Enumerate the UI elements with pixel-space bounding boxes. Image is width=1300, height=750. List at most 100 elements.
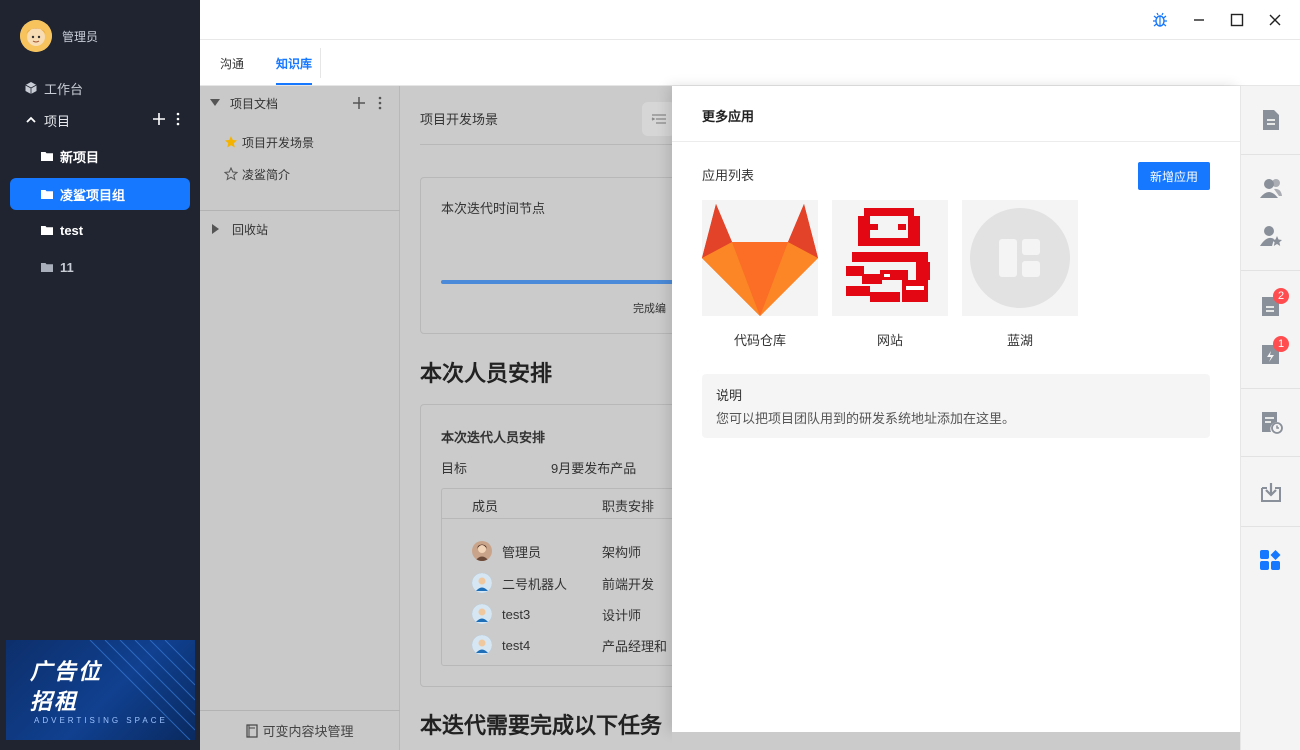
- doc-content: 项目开发场景 本次迭代时间节点 完成编 本次人员安排 本次迭代人员安排 目标 9…: [400, 86, 672, 750]
- folder-icon: [40, 187, 54, 201]
- task-doc-icon[interactable]: 2: [1259, 288, 1289, 318]
- star-filled-icon[interactable]: [224, 135, 238, 149]
- content-block-manager-button[interactable]: 可变内容块管理: [200, 710, 400, 750]
- notification-badge: 2: [1273, 288, 1289, 304]
- more-apps-drawer: 更多应用 应用列表 新增应用 代码仓库 网站 蓝湖 说明 您可以把项目团队用到的…: [672, 86, 1240, 732]
- drawer-title: 更多应用: [702, 109, 755, 124]
- info-box-title: 说明: [716, 388, 743, 403]
- member-role: 前端开发: [602, 576, 655, 592]
- star-outline-icon[interactable]: [224, 167, 238, 181]
- sidebar-item-project-1[interactable]: 新项目: [10, 140, 190, 172]
- table-header: 成员 职责安排: [442, 489, 672, 519]
- sidebar-item-label: 新项目: [60, 149, 100, 165]
- more-icon[interactable]: [378, 96, 382, 110]
- staff-card: 本次迭代人员安排 目标 9月要发布产品 成员 职责安排 管理员 架构师 二号机器…: [420, 404, 672, 687]
- cube-icon: [24, 81, 38, 95]
- alert-icon[interactable]: 1: [1259, 336, 1289, 366]
- timeline-card: 本次迭代时间节点 完成编: [420, 177, 672, 334]
- table-row: test4 产品经理和: [472, 635, 667, 655]
- folder-icon: [40, 149, 54, 163]
- ad-banner[interactable]: 广告位 招租 ADVERTISING SPACE: [6, 640, 195, 740]
- recycle-bin-label: 回收站: [232, 222, 269, 237]
- avatar: [472, 635, 492, 655]
- add-project-icon[interactable]: [152, 112, 166, 126]
- app-card-lanhu[interactable]: 蓝湖: [962, 200, 1078, 349]
- timeline-card-title: 本次迭代时间节点: [441, 201, 546, 216]
- goal-label: 目标: [441, 461, 468, 476]
- member-name: test4: [502, 637, 531, 653]
- table-header-cell: 职责安排: [602, 499, 655, 514]
- folder-icon: [40, 260, 54, 274]
- download-box-icon[interactable]: [1259, 480, 1283, 504]
- apps-icon[interactable]: [1259, 550, 1283, 574]
- goal-value: 9月要发布产品: [551, 461, 637, 476]
- app-name: 蓝湖: [1006, 333, 1033, 348]
- member-role: 产品经理和: [602, 638, 668, 654]
- sidebar-item-label: 11: [60, 259, 74, 275]
- sidebar-item-project-3[interactable]: test: [10, 214, 190, 246]
- sidebar-item-workbench[interactable]: 工作台: [10, 72, 190, 104]
- doc-tree-item[interactable]: 凌鲨简介: [200, 159, 400, 189]
- doc-tree-recycle-bin[interactable]: 回收站: [200, 214, 400, 244]
- add-app-button[interactable]: 新增应用: [1138, 162, 1210, 190]
- user-profile[interactable]: 管理员: [20, 20, 98, 52]
- website-logo[interactable]: [832, 200, 948, 316]
- tab-divider: [320, 48, 321, 78]
- backdrop-strip: [672, 732, 1240, 750]
- tab-chat[interactable]: 沟通: [220, 55, 244, 72]
- tab-active-indicator: [276, 83, 312, 85]
- members-icon[interactable]: [1259, 176, 1283, 200]
- doc-tree-root[interactable]: 项目文档: [200, 88, 400, 118]
- member-name: 管理员: [502, 544, 542, 560]
- tab-bar: 沟通 知识库: [200, 40, 1300, 86]
- book-icon: [246, 723, 259, 738]
- timeline-caption: 完成编: [633, 303, 666, 315]
- document-icon[interactable]: [1259, 108, 1283, 132]
- doc-title: 项目开发场景: [420, 112, 499, 127]
- add-doc-icon[interactable]: [352, 96, 366, 110]
- tab-knowledge-base[interactable]: 知识库: [276, 55, 312, 72]
- doc-tree-item-label: 项目开发场景: [242, 135, 315, 150]
- more-icon[interactable]: [176, 112, 180, 126]
- doc-tree-root-label: 项目文档: [230, 96, 279, 111]
- right-toolbar: 2 1: [1240, 86, 1300, 750]
- avatar[interactable]: [20, 20, 52, 52]
- app-card-code-repo[interactable]: 代码仓库: [702, 200, 818, 349]
- caret-right-icon: [212, 224, 220, 234]
- divider: [672, 141, 1240, 142]
- section-heading: 本次人员安排: [420, 361, 553, 386]
- sidebar-item-label: 工作台: [44, 81, 84, 97]
- notification-badge: 1: [1273, 336, 1289, 352]
- doc-tree-item[interactable]: 项目开发场景: [200, 127, 400, 157]
- app-card-website[interactable]: 网站: [832, 200, 948, 349]
- minimize-icon[interactable]: [1192, 13, 1206, 27]
- section-heading: 本迭代需要完成以下任务: [420, 713, 663, 738]
- gitlab-logo[interactable]: [702, 200, 818, 316]
- doc-tree: 项目文档 项目开发场景 凌鲨简介 回收站 可变内容块管理: [200, 86, 400, 750]
- info-box: 说明 您可以把项目团队用到的研发系统地址添加在这里。: [702, 374, 1210, 438]
- title-bar: [200, 0, 1300, 40]
- member-name: test3: [502, 606, 531, 622]
- divider: [200, 210, 400, 211]
- member-role: 设计师: [602, 607, 642, 623]
- ad-title-line1: 广告位: [30, 659, 103, 684]
- content-block-manager-label: 可变内容块管理: [262, 724, 354, 739]
- sidebar-item-project-2[interactable]: 凌鲨项目组: [10, 178, 190, 210]
- sidebar-item-project-4[interactable]: 11: [10, 251, 190, 283]
- caret-down-icon: [210, 99, 220, 107]
- divider: [420, 144, 672, 145]
- app-grid-icon[interactable]: [962, 200, 1078, 316]
- close-icon[interactable]: [1268, 13, 1282, 27]
- member-name: 二号机器人: [502, 576, 568, 592]
- outline-toggle-button[interactable]: [642, 102, 672, 136]
- member-star-icon[interactable]: [1259, 224, 1283, 248]
- maximize-icon[interactable]: [1230, 13, 1244, 27]
- table-row: 管理员 架构师: [472, 541, 641, 561]
- ad-title-line2: 招租: [30, 689, 79, 714]
- sidebar-section-projects[interactable]: 项目: [10, 104, 190, 136]
- avatar: [472, 573, 492, 593]
- bug-icon[interactable]: [1152, 12, 1168, 28]
- divider: [1241, 154, 1300, 155]
- schedule-doc-icon[interactable]: [1259, 410, 1283, 434]
- divider: [1241, 526, 1300, 527]
